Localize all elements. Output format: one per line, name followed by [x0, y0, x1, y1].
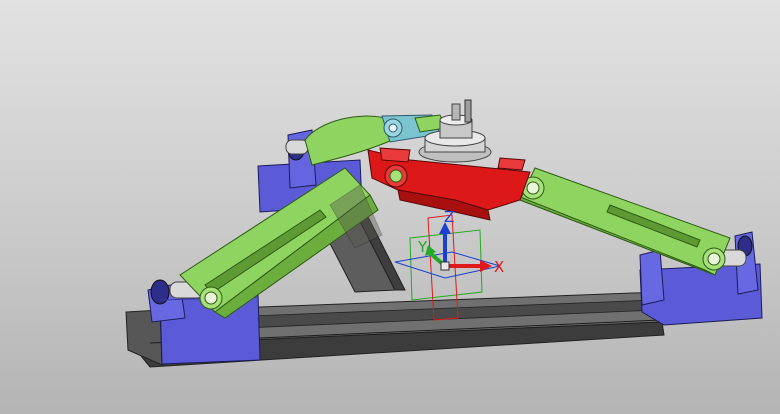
z-axis-label: Z: [444, 208, 454, 226]
3d-viewport[interactable]: X Y Z: [0, 0, 780, 414]
y-axis-label: Y: [417, 238, 428, 256]
model-canvas[interactable]: X Y Z: [0, 0, 780, 414]
x-axis-label: X: [494, 258, 504, 276]
right-arm[interactable]: [514, 167, 731, 276]
